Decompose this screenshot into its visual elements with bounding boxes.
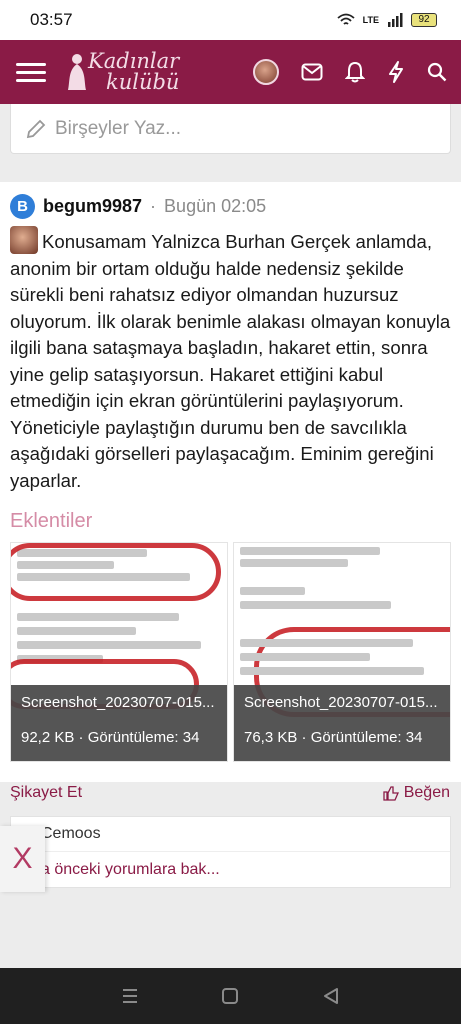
status-icons: LTE 92 — [337, 13, 437, 27]
attachment-caption: Screenshot_20230707-015... 76,3 KB · Gör… — [234, 685, 450, 761]
attachment-views: Görüntüleme: 34 — [310, 729, 423, 746]
author-avatar[interactable]: B — [10, 194, 35, 219]
status-time: 03:57 — [30, 10, 73, 29]
comments-box: Cemoos a önceki yorumlara bak... — [10, 816, 451, 888]
like-label: Beğen — [403, 784, 450, 801]
logo-figure-icon — [68, 54, 86, 90]
app-bar: Kadınlar kulübü — [0, 40, 461, 104]
user-avatar[interactable] — [253, 59, 279, 85]
attachment-size: 92,2 KB — [21, 729, 75, 746]
logo-line-1: Kadınlar — [88, 49, 180, 73]
composer-input[interactable]: Birşeyler Yaz... — [10, 104, 451, 154]
search-icon[interactable] — [427, 62, 447, 82]
wifi-icon — [337, 13, 355, 25]
author-name[interactable]: begum9987 — [43, 196, 142, 217]
back-icon[interactable] — [322, 987, 340, 1005]
status-bar: 03:57 LTE 92 — [0, 0, 461, 40]
post-footer: Şikayet Et Beğen — [10, 784, 450, 802]
comment-author[interactable]: Cemoos — [11, 817, 450, 852]
app-bar-actions — [253, 59, 461, 85]
site-logo[interactable]: Kadınlar kulübü — [66, 51, 179, 93]
pencil-icon — [26, 119, 46, 138]
attachment-name: Screenshot_20230707-015... — [244, 694, 438, 711]
composer-placeholder: Birşeyler Yaz... — [55, 117, 182, 139]
attachments-title: Eklentiler — [10, 510, 93, 532]
home-icon[interactable] — [221, 987, 239, 1005]
report-link[interactable]: Şikayet Et — [10, 784, 82, 802]
logo-line-2: kulübü — [106, 70, 180, 94]
system-nav-bar — [0, 968, 461, 1024]
post-time[interactable]: Bugün 02:05 — [164, 196, 266, 217]
attachment-2[interactable]: Screenshot_20230707-015... 76,3 KB · Gör… — [233, 542, 451, 762]
network-label: LTE — [362, 15, 379, 25]
load-previous-comments[interactable]: a önceki yorumlara bak... — [11, 852, 450, 887]
attachment-views: Görüntüleme: 34 — [87, 729, 200, 746]
mail-icon[interactable] — [301, 63, 323, 81]
post-text: Konusamam Yalnizca Burhan Gerçek anlamda… — [10, 231, 451, 491]
attachment-size: 76,3 KB — [244, 729, 298, 746]
attachment-caption: Screenshot_20230707-015... 92,2 KB · Gör… — [11, 685, 227, 761]
post-card: B begum9987 · Bugün 02:05 Konusamam Yaln… — [0, 182, 461, 801]
battery-icon: 92 — [411, 13, 437, 27]
menu-icon[interactable] — [16, 58, 46, 87]
close-button[interactable]: X — [0, 826, 45, 892]
thumbs-up-icon — [383, 786, 399, 801]
recent-apps-icon[interactable] — [121, 988, 139, 1004]
separator-dot: · — [150, 196, 157, 216]
bell-icon[interactable] — [345, 61, 365, 83]
post-body: Konusamam Yalnizca Burhan Gerçek anlamda… — [10, 226, 455, 494]
like-button[interactable]: Beğen — [383, 784, 450, 802]
signal-icon — [388, 13, 403, 27]
quoted-user-avatar[interactable] — [10, 226, 38, 254]
attachment-name: Screenshot_20230707-015... — [21, 694, 215, 711]
attachment-1[interactable]: Screenshot_20230707-015... 92,2 KB · Gör… — [10, 542, 228, 762]
post-header: B begum9987 · Bugün 02:05 — [10, 194, 266, 219]
lightning-icon[interactable] — [387, 61, 405, 83]
